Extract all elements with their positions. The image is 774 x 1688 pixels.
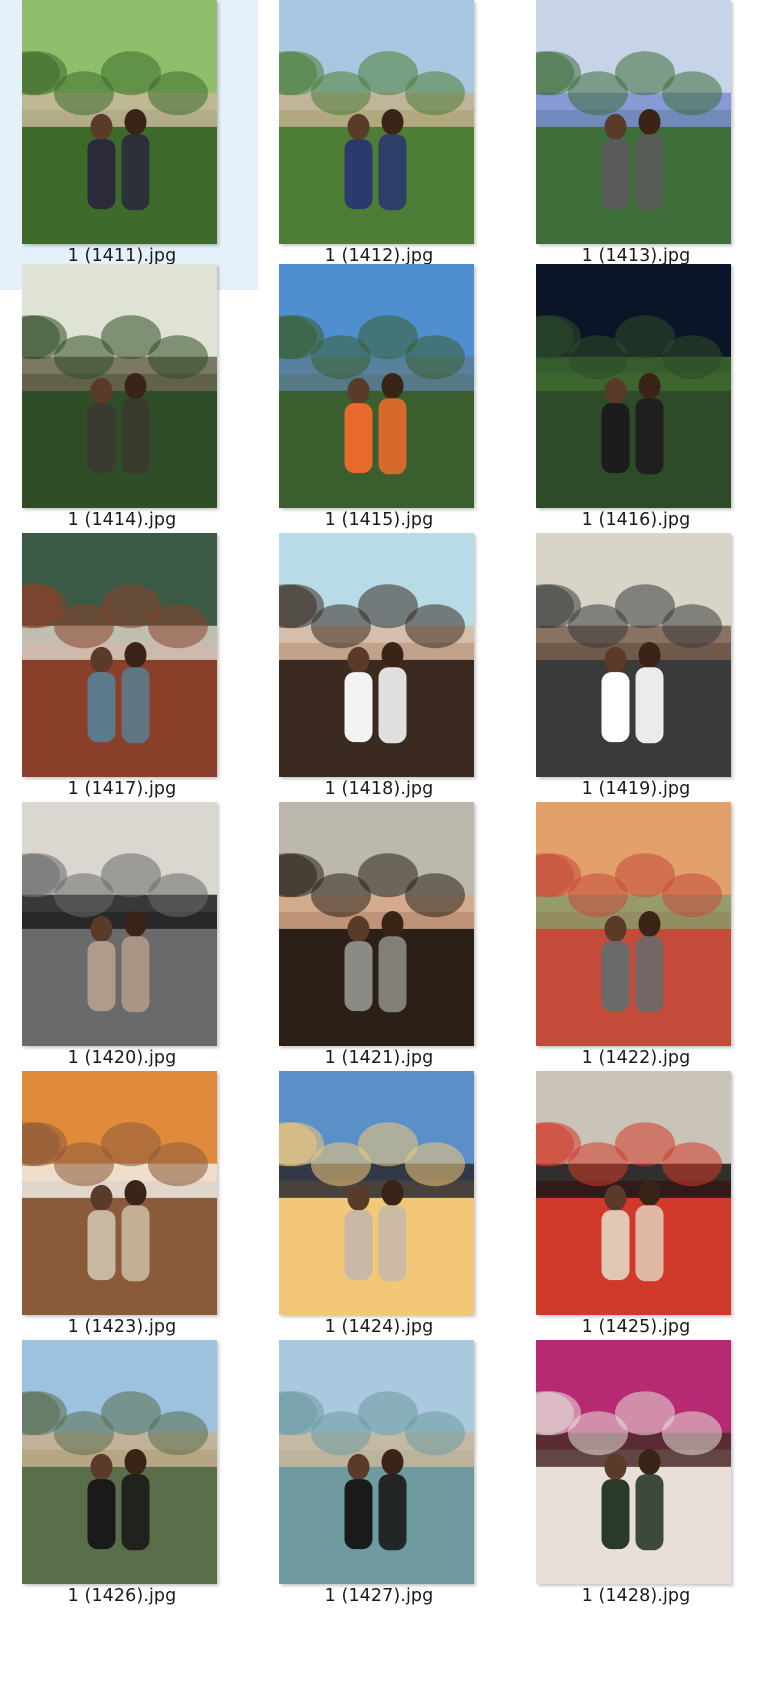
file-name-label: 1 (1417).jpg [67,779,177,799]
file-thumbnail[interactable]: 1 (1420).jpg [0,802,258,1092]
photo-preview [279,802,474,1046]
file-thumbnail[interactable]: 1 (1414).jpg [0,264,258,554]
file-name-label: 1 (1419).jpg [581,779,691,799]
file-name-label: 1 (1421).jpg [324,1048,434,1068]
file-thumbnail[interactable]: 1 (1411).jpg [0,0,258,290]
photo-preview [22,533,217,777]
thumbnail-grid: 1 (1411).jpg 1 (1412).jpg 1 (1413).jpg 1 (1… [0,0,774,1688]
file-thumbnail[interactable]: 1 (1425).jpg [514,1071,772,1361]
file-name-label: 1 (1425).jpg [581,1317,691,1337]
photo-preview [536,1071,731,1315]
file-name-label: 1 (1427).jpg [324,1586,434,1606]
file-name-label: 1 (1428).jpg [581,1586,691,1606]
file-thumbnail[interactable]: 1 (1419).jpg [514,533,772,823]
file-thumbnail[interactable]: 1 (1428).jpg [514,1340,772,1630]
file-name-label: 1 (1415).jpg [324,510,434,530]
file-thumbnail[interactable]: 1 (1421).jpg [257,802,515,1092]
file-thumbnail[interactable]: 1 (1427).jpg [257,1340,515,1630]
file-thumbnail[interactable]: 1 (1416).jpg [514,264,772,554]
file-name-label: 1 (1414).jpg [67,510,177,530]
file-thumbnail[interactable]: 1 (1413).jpg [514,0,772,290]
file-thumbnail[interactable]: 1 (1418).jpg [257,533,515,823]
photo-preview [536,1340,731,1584]
photo-preview [536,0,731,244]
file-name-label: 1 (1412).jpg [324,246,434,266]
photo-preview [22,264,217,508]
file-thumbnail[interactable]: 1 (1423).jpg [0,1071,258,1361]
photo-preview [22,1340,217,1584]
file-thumbnail[interactable]: 1 (1422).jpg [514,802,772,1092]
file-thumbnail[interactable]: 1 (1426).jpg [0,1340,258,1630]
file-name-label: 1 (1418).jpg [324,779,434,799]
photo-preview [22,802,217,1046]
file-name-label: 1 (1411).jpg [67,246,177,266]
photo-preview [536,264,731,508]
file-name-label: 1 (1426).jpg [67,1586,177,1606]
photo-preview [536,802,731,1046]
file-name-label: 1 (1423).jpg [67,1317,177,1337]
file-thumbnail[interactable]: 1 (1417).jpg [0,533,258,823]
file-name-label: 1 (1413).jpg [581,246,691,266]
photo-preview [279,1071,474,1315]
file-name-label: 1 (1416).jpg [581,510,691,530]
photo-preview [22,0,217,244]
photo-preview [22,1071,217,1315]
file-name-label: 1 (1424).jpg [324,1317,434,1337]
file-thumbnail[interactable]: 1 (1424).jpg [257,1071,515,1361]
photo-preview [536,533,731,777]
photo-preview [279,0,474,244]
file-thumbnail[interactable]: 1 (1412).jpg [257,0,515,290]
photo-preview [279,264,474,508]
file-name-label: 1 (1422).jpg [581,1048,691,1068]
photo-preview [279,1340,474,1584]
photo-preview [279,533,474,777]
file-name-label: 1 (1420).jpg [67,1048,177,1068]
file-thumbnail[interactable]: 1 (1415).jpg [257,264,515,554]
